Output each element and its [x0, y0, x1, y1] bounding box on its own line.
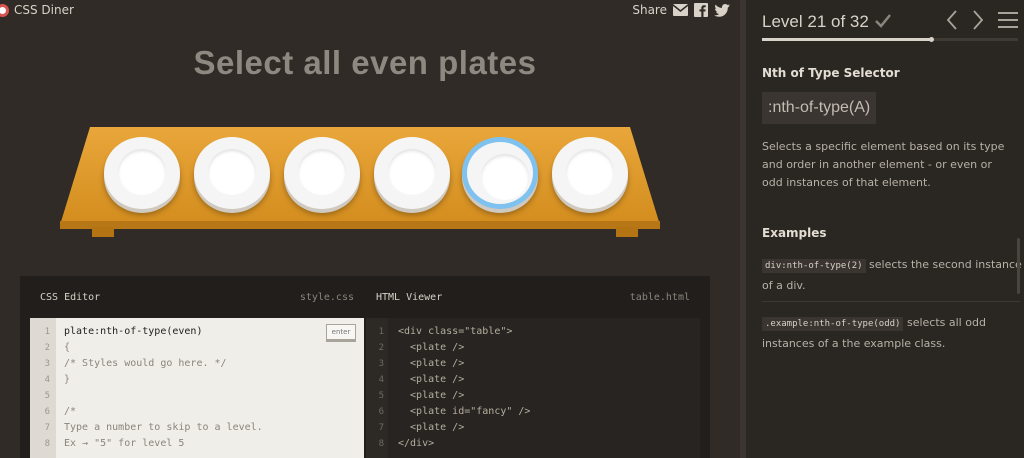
level-instruction: Select all even plates: [193, 44, 537, 81]
chevron-right-icon[interactable]: [972, 10, 984, 34]
selector-name: Nth of Type Selector: [762, 66, 900, 80]
example-item: div:nth-of-type(2) selects the second in…: [762, 255, 1022, 296]
app-logo[interactable]: CSS Diner: [0, 3, 74, 17]
chevron-left-icon[interactable]: [946, 10, 958, 34]
line-number: 5: [44, 391, 50, 401]
html-viewer-header: HTML Viewer table.html: [366, 276, 700, 318]
selector-hint: Selects a specific element based on its …: [762, 140, 1005, 189]
code-line: {: [64, 342, 71, 353]
line-number: 6: [378, 407, 384, 417]
code-line: <div class="table">: [398, 326, 513, 337]
code-line: <plate />: [398, 342, 465, 353]
level-title: Level 21 of 32: [762, 12, 869, 31]
plate[interactable]: [194, 137, 270, 209]
html-viewer-title: HTML Viewer: [376, 291, 443, 303]
line-number: 4: [378, 375, 384, 385]
table-leg-right: [616, 227, 638, 237]
top-bar: CSS Diner Share: [0, 0, 740, 22]
game-area: CSS Diner Share Select all even plates C…: [0, 0, 740, 458]
code-line: /* Styles would go here. */: [64, 358, 227, 369]
css-filename: style.css: [299, 291, 354, 303]
css-editor-header: CSS Editor style.css: [30, 276, 364, 318]
level-progress-marker: [928, 37, 934, 42]
twitter-icon[interactable]: [714, 3, 730, 17]
menu-icon[interactable]: [998, 11, 1018, 33]
email-icon[interactable]: [673, 4, 688, 16]
enter-button[interactable]: enter: [326, 324, 356, 340]
line-number: 8: [378, 439, 384, 449]
code-editor: CSS Editor style.css HTML Viewer table.h…: [20, 276, 710, 458]
plate[interactable]: [374, 137, 450, 209]
selector-syntax: :nth-of-type(A): [762, 92, 877, 124]
code-line: Type a number to skip to a level.: [64, 422, 263, 433]
facebook-icon[interactable]: [694, 3, 708, 17]
app-name: CSS Diner: [14, 3, 74, 17]
sidebar-scrollbar[interactable]: [1017, 238, 1020, 294]
examples-title: Examples: [762, 226, 827, 240]
line-number: 1: [378, 327, 384, 337]
code-line: <plate id="fancy" />: [398, 406, 531, 417]
code-line: <plate />: [398, 422, 465, 433]
html-viewer-pane: 1 <div class="table"> 2 <plate /> 3 <plate …: [366, 318, 700, 458]
logo-icon: [0, 3, 9, 17]
share-label: Share: [632, 3, 667, 17]
checkmark-icon: [874, 13, 891, 32]
plates-row: [102, 137, 628, 217]
line-number: 2: [378, 343, 384, 353]
code-line: }: [64, 374, 71, 385]
line-number: 3: [378, 359, 384, 369]
line-number: 2: [44, 343, 50, 353]
line-number: 6: [44, 407, 50, 417]
code-line: plate:nth-of-type(even): [64, 326, 203, 337]
share-bar: Share: [632, 3, 730, 17]
code-line: <plate />: [398, 358, 465, 369]
line-number: 5: [378, 391, 384, 401]
code-line: <plate />: [398, 390, 465, 401]
line-number: 3: [44, 359, 50, 369]
line-number: 4: [44, 375, 50, 385]
code-line: </div>: [398, 438, 435, 449]
plate[interactable]: [104, 137, 180, 209]
plate[interactable]: [552, 137, 628, 209]
code-line: Ex → "5" for level 5: [64, 438, 185, 449]
example-code: div:nth-of-type(2): [762, 259, 866, 273]
table-leg-left: [92, 227, 114, 237]
line-number: 8: [44, 439, 50, 449]
line-number: 1: [44, 327, 50, 337]
level-progress-bar: [762, 37, 1018, 42]
example-item: .example:nth-of-type(odd) selects all od…: [762, 313, 1022, 354]
example-divider: [762, 301, 1020, 302]
dinner-table: [60, 127, 670, 242]
code-line: <plate />: [398, 374, 465, 385]
html-filename: table.html: [629, 291, 690, 303]
level-nav: [946, 10, 1018, 34]
level-sidebar: Level 21 of 32 Nth of Type Selector :nth…: [746, 0, 1024, 458]
code-line: /*: [64, 406, 77, 417]
line-number: 7: [378, 423, 384, 433]
level-progress-fill: [762, 38, 931, 41]
example-code: .example:nth-of-type(odd): [762, 317, 904, 331]
line-number: 7: [44, 423, 50, 433]
css-input-pane[interactable]: 1 plate:nth-of-type(even) 2 {3 /* Styles wou…: [30, 318, 364, 458]
plate-fancy[interactable]: [462, 137, 538, 209]
plate[interactable]: [284, 137, 360, 209]
css-editor-title: CSS Editor: [40, 291, 101, 303]
